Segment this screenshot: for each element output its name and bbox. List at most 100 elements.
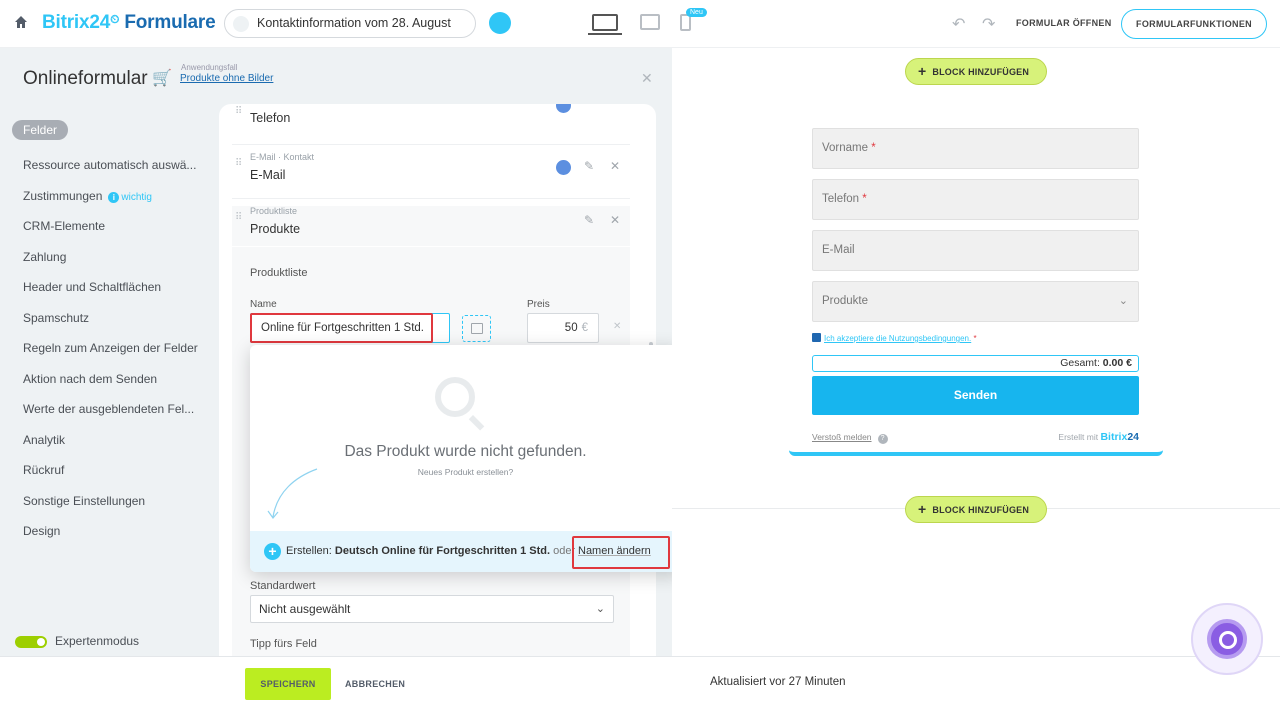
total-value: 0.00 € [1102,357,1132,369]
delete-icon[interactable]: ✕ [610,159,620,173]
expert-mode-toggle[interactable]: Expertenmodus [15,634,139,648]
expert-mode-label: Expertenmodus [55,634,140,648]
close-icon[interactable]: ✕ [641,70,653,87]
field-name: E-Mail [250,168,286,182]
cancel-button[interactable]: ABBRECHEN [345,679,405,689]
image-placeholder-icon[interactable] [462,315,491,342]
save-button[interactable]: SPEICHERN [245,668,331,700]
field-name: Produkte [250,222,301,236]
chevron-down-icon: ⌄ [595,603,605,615]
vorname-field[interactable]: Vorname * [812,128,1139,169]
field-type: Produktliste [250,206,298,216]
info-icon: i [108,191,120,203]
edit-icon[interactable]: ✎ [584,159,594,173]
usecase-label: Anwendungsfall [181,63,238,72]
desktop-view-icon[interactable] [588,14,622,35]
cloud-icon[interactable] [489,12,511,34]
menu-item-analytik[interactable]: Analytik [12,430,212,461]
divider [232,144,630,145]
contact-badge-icon [556,160,571,175]
section-label: Produktliste [250,267,308,279]
arrow-icon [267,468,318,519]
help-icon[interactable]: ? [877,434,888,444]
popup-title: Das Produkt wurde nicht gefunden. [344,443,587,460]
checkbox-icon[interactable] [812,333,821,342]
menu-item-spamschutz[interactable]: Spamschutz [12,308,212,339]
field-telefon[interactable]: ⠿ Telefon [232,104,630,138]
undo-icon[interactable]: ↶ [952,14,965,34]
new-badge: Neu [686,8,707,17]
app-logo[interactable]: Bitrix24⏲ Formulare [42,12,216,34]
currency: € [581,322,588,334]
drag-handle-icon[interactable]: ⠿ [235,212,242,223]
edit-icon[interactable]: ✎ [584,213,594,227]
field-email[interactable]: ⠿ E-Mail · Kontakt E-Mail ✎ ✕ [232,152,630,192]
menu-item-crm[interactable]: CRM-Elemente [12,216,212,247]
made-num: 24 [1127,431,1139,443]
menu-item-design[interactable]: Design [12,521,212,552]
settings-menu: Felder Ressource automatisch auswä... Zu… [12,120,212,552]
contact-badge-icon [556,104,571,113]
add-icon[interactable]: + [264,543,281,560]
redo-icon[interactable]: ↷ [982,14,995,34]
menu-item-zustimmungen[interactable]: Zustimmungen i wichtig [12,186,212,217]
toggle-switch[interactable] [15,635,47,648]
tablet-view-icon[interactable] [640,14,660,30]
remove-row-icon[interactable]: ✕ [613,321,621,332]
field-placeholder: Vorname [822,142,869,154]
add-block-button[interactable]: + BLOCK HINZUFÜGEN [905,496,1047,523]
made-with-label: Erstellt mit [1058,432,1099,442]
menu-item-ressource[interactable]: Ressource automatisch auswä... [12,155,212,186]
plus-icon: + [918,501,927,517]
menu-item-werte[interactable]: Werte der ausgeblendeten Fel... [12,399,212,430]
updated-status: Aktualisiert vor 27 Minuten [710,676,846,688]
add-block-label: BLOCK HINZUFÜGEN [932,67,1030,77]
important-badge[interactable]: i wichtig [108,191,152,203]
made-with[interactable]: Erstellt mit Bitrix24 [1058,431,1139,443]
important-label: wichtig [121,191,152,203]
field-produkte[interactable]: ⠿ Produktliste Produkte ✎ ✕ [232,206,630,246]
report-link[interactable]: Verstoß melden? [812,432,888,444]
price-input[interactable]: 50 € [527,313,599,343]
open-form-button[interactable]: FORMULAR ÖFFNEN [1016,18,1112,28]
telefon-field[interactable]: Telefon * [812,179,1139,220]
usecase-link[interactable]: Produkte ohne Bilder [180,73,273,84]
cart-icon: 🛒 [152,70,172,87]
panel-title: Onlineformular [23,68,148,89]
produkte-select[interactable]: Produkte ⌄ [812,281,1139,322]
home-icon[interactable] [14,15,28,29]
default-value-select[interactable]: Nicht ausgewählt ⌄ [250,595,614,623]
add-block-button[interactable]: + BLOCK HINZUFÜGEN [905,58,1047,85]
terms-checkbox[interactable]: Ich akzeptiere die Nutzungsbedingungen. … [812,333,977,343]
menu-item-sonstige[interactable]: Sonstige Einstellungen [12,491,212,522]
delete-icon[interactable]: ✕ [610,213,620,227]
menu-item-header[interactable]: Header und Schaltflächen [12,277,212,308]
menu-item-regeln[interactable]: Regeln zum Anzeigen der Felder [12,338,212,369]
form-card: Vorname * Telefon * E-Mail Produkte ⌄ Ich… [789,128,1163,456]
field-type: E-Mail · Kontakt [250,152,315,162]
send-button[interactable]: Senden [812,376,1139,415]
create-product-name[interactable]: Deutsch Online für Fortgeschritten 1 Std… [335,545,550,557]
menu-item-label: Zustimmungen [23,188,103,203]
form-functions-button[interactable]: FORMULARFUNKTIONEN [1121,9,1267,39]
form-name-pill[interactable]: Kontaktinformation vom 28. August [224,9,476,38]
assistant-inner [1207,619,1247,659]
field-placeholder: E-Mail [822,244,855,256]
drag-handle-icon[interactable]: ⠿ [235,106,242,117]
price-label: Preis [527,299,550,310]
menu-item-zahlung[interactable]: Zahlung [12,247,212,278]
report-label: Verstoß melden [812,432,872,442]
menu-item-felder[interactable]: Felder [12,120,69,140]
highlight-box [250,313,433,343]
terms-link[interactable]: Ich akzeptiere die Nutzungsbedingungen. [824,334,971,343]
menu-item-aktion[interactable]: Aktion nach dem Senden [12,369,212,400]
form-name: Kontaktinformation vom 28. August [257,16,451,30]
drag-handle-icon[interactable]: ⠿ [235,158,242,169]
field-name: Telefon [250,111,291,125]
logo-app: Formulare [124,12,216,33]
assistant-icon[interactable] [1191,603,1263,675]
email-field[interactable]: E-Mail [812,230,1139,271]
menu-item-rueckruf[interactable]: Rückruf [12,460,212,491]
field-placeholder: Produkte [822,295,869,307]
bottom-bar: SPEICHERN ABBRECHEN Aktualisiert vor 27 … [0,656,1280,706]
